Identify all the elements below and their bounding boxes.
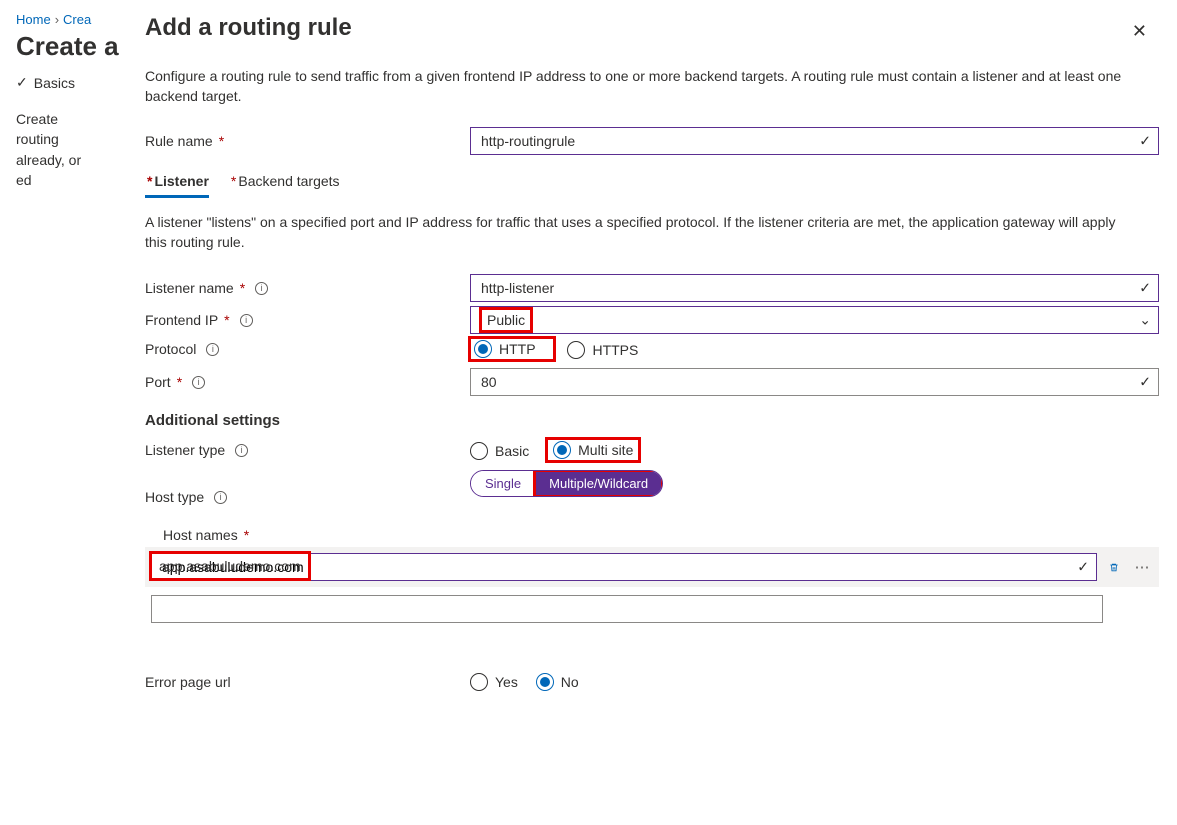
frontend-ip-select[interactable]: Public [470,306,1159,334]
check-icon: ✓ [16,74,28,91]
tab-backend-targets[interactable]: *Backend targets [229,169,340,198]
protocol-http-radio[interactable]: HTTP [474,340,536,358]
page-description: Create routing already, or ed [0,109,110,190]
panel-title: Add a routing rule [145,14,1159,42]
chevron-right-icon: › [55,12,59,27]
host-name-row: app.asabuludemo.com ✓ ⋯ [145,547,1159,587]
listener-type-multi-radio[interactable]: Multi site [553,441,633,459]
host-type-toggle[interactable]: Single Multiple/Wildcard [470,470,663,497]
listener-description: A listener "listens" on a specified port… [145,212,1135,253]
listener-name-label: Listener name* i [145,280,470,296]
protocol-label: Protocol i [145,341,470,357]
breadcrumb-next[interactable]: Crea [63,12,91,27]
more-icon[interactable]: ⋯ [1131,556,1153,578]
info-icon[interactable]: i [235,444,248,457]
info-icon[interactable]: i [240,314,253,327]
host-type-single[interactable]: Single [471,471,535,496]
listener-type-label: Listener type i [145,442,470,458]
info-icon[interactable]: i [206,343,219,356]
panel-description: Configure a routing rule to send traffic… [145,66,1125,107]
additional-settings-header: Additional settings [145,412,1159,429]
frontend-ip-label: Frontend IP* i [145,312,470,328]
listener-type-basic-radio[interactable]: Basic [470,442,529,460]
error-page-yes-radio[interactable]: Yes [470,673,518,691]
breadcrumb-home[interactable]: Home [16,12,51,27]
host-name-input[interactable] [151,553,1097,581]
info-icon[interactable]: i [192,376,205,389]
tab-listener[interactable]: *Listener [145,169,209,198]
wizard-step-basics[interactable]: ✓ Basics [16,74,75,91]
close-icon[interactable]: ✕ [1126,20,1153,43]
host-name-input-empty[interactable] [151,595,1103,623]
host-type-multiple[interactable]: Multiple/Wildcard [535,471,662,496]
protocol-https-radio[interactable]: HTTPS [567,341,638,359]
rule-name-input[interactable] [470,127,1159,155]
error-page-label: Error page url [145,674,470,690]
delete-icon[interactable] [1103,556,1125,578]
info-icon[interactable]: i [255,282,268,295]
error-page-no-radio[interactable]: No [536,673,579,691]
host-type-label: Host type i [145,489,470,505]
port-input[interactable] [470,368,1159,396]
host-names-label: Host names* [145,527,470,543]
listener-name-input[interactable] [470,274,1159,302]
rule-name-label: Rule name* [145,133,470,149]
info-icon[interactable]: i [214,491,227,504]
routing-rule-panel: Add a routing rule ✕ Configure a routing… [123,0,1177,825]
port-label: Port* i [145,374,470,390]
